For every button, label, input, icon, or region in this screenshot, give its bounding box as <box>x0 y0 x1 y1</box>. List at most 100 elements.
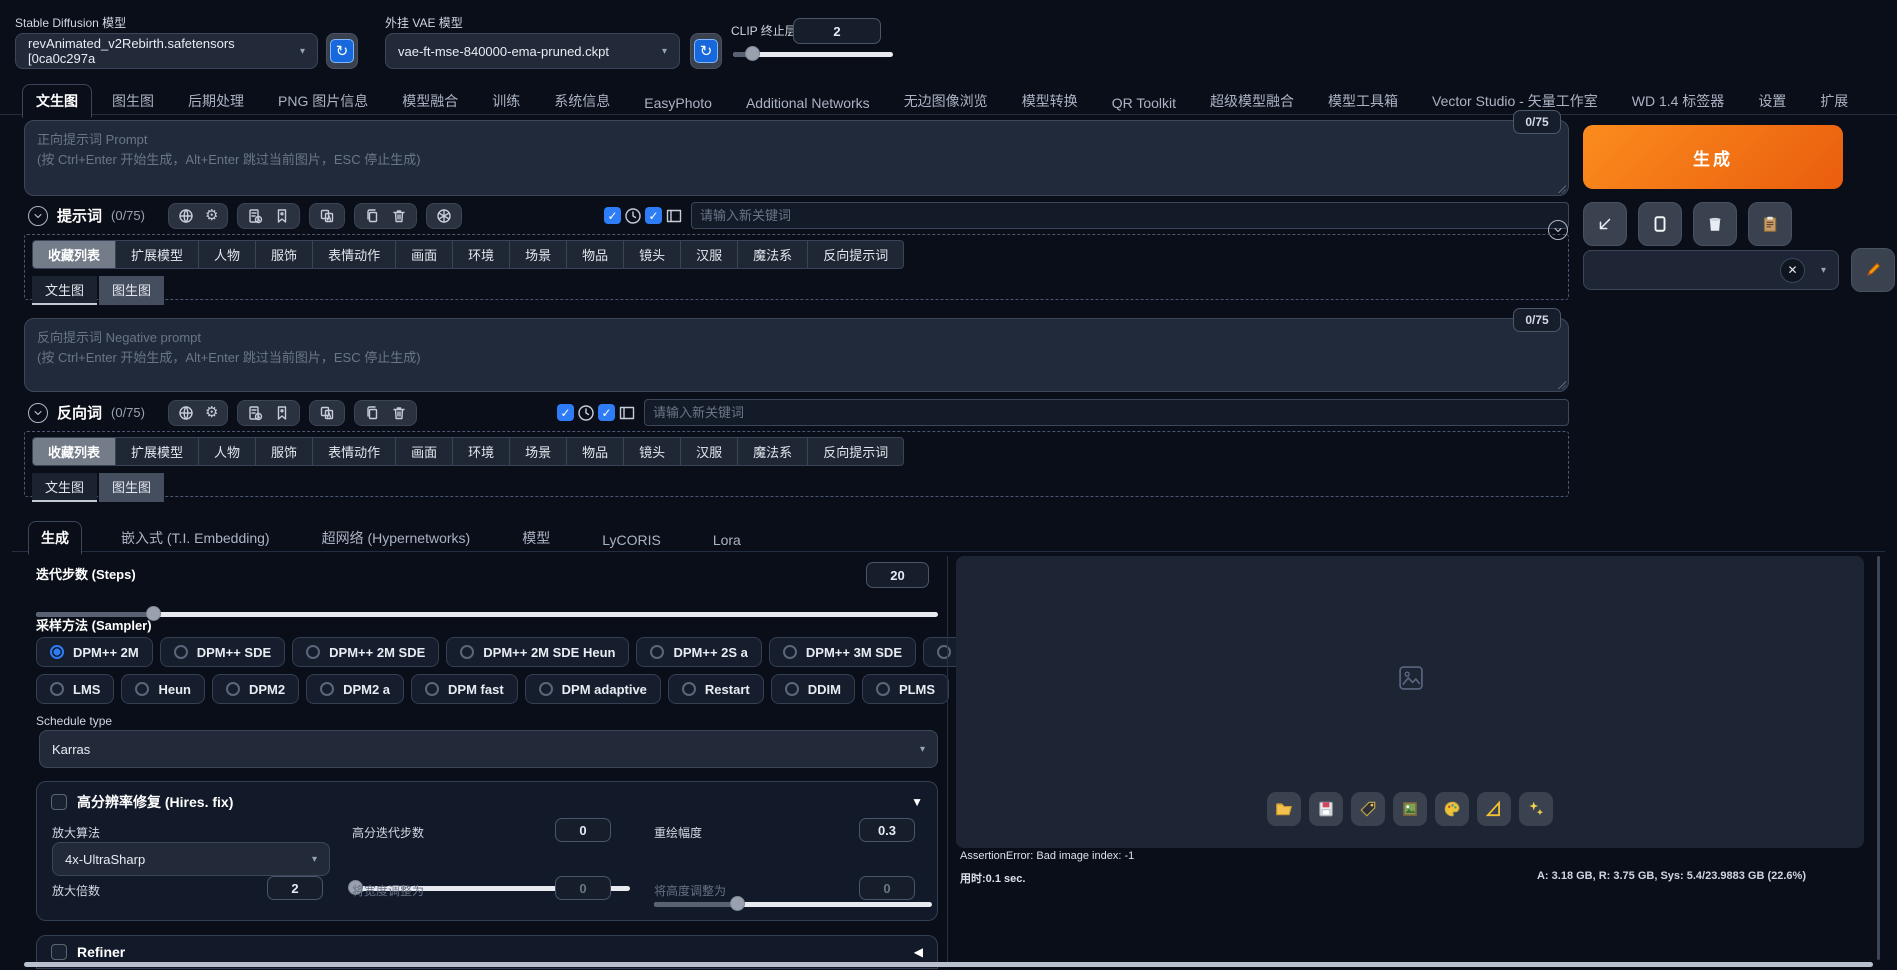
horizontal-scrollbar[interactable] <box>24 962 1873 967</box>
category-tab[interactable]: 人物 <box>199 241 256 268</box>
bookmark-icon[interactable] <box>274 208 290 224</box>
steps-value[interactable]: 20 <box>866 562 929 588</box>
sampler-option[interactable]: DPM++ 2S a <box>636 637 761 667</box>
gear-icon[interactable]: ⚙ <box>205 208 218 224</box>
main-tab[interactable]: 图生图 <box>98 84 168 118</box>
sampler-option[interactable]: DPM++ 2M <box>36 637 153 667</box>
hires-fix-checkbox[interactable] <box>51 794 67 810</box>
generation-tab[interactable]: 生成 <box>28 521 82 555</box>
styles-select[interactable]: ✕ ▾ <box>1583 250 1839 290</box>
hires-steps-value[interactable]: 0 <box>555 818 611 842</box>
upscaler-select[interactable]: 4x-UltraSharp ▾ <box>52 842 330 876</box>
main-tab[interactable]: 模型融合 <box>388 84 472 118</box>
category-tab[interactable]: 汉服 <box>681 241 738 268</box>
generation-tab[interactable]: 嵌入式 (T.I. Embedding) <box>108 521 283 555</box>
checkbox-checked[interactable]: ✓ <box>557 404 574 421</box>
upscale-by-value[interactable]: 2 <box>267 876 323 900</box>
vertical-scrollbar[interactable] <box>1877 556 1880 960</box>
bookmark-icon[interactable] <box>274 405 290 421</box>
refresh-sd-model-button[interactable]: ↻ <box>326 33 358 69</box>
arrow-southwest-button[interactable] <box>1583 202 1627 246</box>
split-box-icon[interactable] <box>618 404 636 422</box>
category-tab[interactable]: 表情动作 <box>313 438 396 465</box>
keyword-input[interactable] <box>644 399 1569 426</box>
main-tab[interactable]: QR Toolkit <box>1098 88 1190 118</box>
main-tab[interactable]: 扩展 <box>1806 84 1862 118</box>
main-tab[interactable]: 文生图 <box>22 84 92 118</box>
sampler-option[interactable]: DPM++ 2M SDE Heun <box>446 637 629 667</box>
sampler-option[interactable]: DPM++ 2M SDE <box>292 637 439 667</box>
category-tab[interactable]: 表情动作 <box>313 241 396 268</box>
category-tab[interactable]: 扩展模型 <box>116 438 199 465</box>
category-tab[interactable]: 人物 <box>199 438 256 465</box>
sampler-option[interactable]: DPM++ 3M SDE <box>769 637 916 667</box>
subtab[interactable]: 图生图 <box>99 276 164 305</box>
clipboard-button[interactable] <box>1748 202 1792 246</box>
edit-styles-button[interactable] <box>1851 248 1895 292</box>
main-tab[interactable]: 设置 <box>1744 84 1800 118</box>
sampler-option[interactable]: DPM fast <box>411 674 518 704</box>
sparkles-button[interactable] <box>1519 792 1553 826</box>
trash-icon[interactable] <box>391 405 407 421</box>
category-tab[interactable]: 扩展模型 <box>116 241 199 268</box>
collapse-triangle-icon[interactable]: ▼ <box>911 795 923 809</box>
main-tab[interactable]: EasyPhoto <box>630 88 726 118</box>
collapse-chevron-icon[interactable] <box>28 403 48 423</box>
sd-model-select[interactable]: revAnimated_v2Rebirth.safetensors [0ca0c… <box>15 33 318 69</box>
main-tab[interactable]: 训练 <box>478 84 534 118</box>
phone-button[interactable] <box>1638 202 1682 246</box>
checkbox-checked[interactable]: ✓ <box>598 404 615 421</box>
save-button[interactable] <box>1309 792 1343 826</box>
category-tab[interactable]: 物品 <box>567 241 624 268</box>
sampler-option[interactable]: LMS <box>36 674 114 704</box>
palette-button[interactable] <box>1435 792 1469 826</box>
main-tab[interactable]: WD 1.4 标签器 <box>1618 84 1739 118</box>
category-tab[interactable]: 收藏列表 <box>33 241 116 268</box>
category-tab[interactable]: 魔法系 <box>738 438 808 465</box>
category-tab[interactable]: 场景 <box>510 438 567 465</box>
globe-icon[interactable] <box>178 405 194 421</box>
generation-tab[interactable]: 超网络 (Hypernetworks) <box>309 521 484 555</box>
send-image-button[interactable] <box>1393 792 1427 826</box>
category-tab[interactable]: 画面 <box>396 438 453 465</box>
gear-icon[interactable]: ⚙ <box>205 405 218 421</box>
steps-slider[interactable] <box>36 606 938 622</box>
main-tab[interactable]: 无边图像浏览 <box>890 84 1002 118</box>
clip-skip-value[interactable]: 2 <box>793 18 881 44</box>
clear-styles-icon[interactable]: ✕ <box>1780 258 1805 283</box>
generation-tab[interactable]: Lora <box>700 525 754 555</box>
translate-icon[interactable] <box>319 405 335 421</box>
main-tab[interactable]: PNG 图片信息 <box>264 84 382 118</box>
sampler-option[interactable]: Restart <box>668 674 764 704</box>
category-tab[interactable]: 反向提示词 <box>808 438 903 465</box>
denoising-value[interactable]: 0.3 <box>859 818 915 842</box>
checkbox-checked[interactable]: ✓ <box>645 207 662 224</box>
category-tab[interactable]: 收藏列表 <box>33 438 116 465</box>
collapse-triangle-icon[interactable]: ◀ <box>914 945 923 959</box>
copy-icon[interactable] <box>364 405 380 421</box>
translate-icon[interactable] <box>319 208 335 224</box>
trash-icon[interactable] <box>391 208 407 224</box>
globe-icon[interactable] <box>178 208 194 224</box>
subtab[interactable]: 文生图 <box>32 276 97 305</box>
main-tab[interactable]: 超级模型融合 <box>1196 84 1308 118</box>
clock-icon[interactable] <box>624 207 642 225</box>
category-tab[interactable]: 魔法系 <box>738 241 808 268</box>
split-box-icon[interactable] <box>665 207 683 225</box>
sampler-option[interactable]: DPM2 <box>212 674 299 704</box>
negative-prompt-textarea[interactable] <box>24 318 1569 392</box>
sampler-option[interactable]: Heun <box>121 674 205 704</box>
main-tab[interactable]: 模型转换 <box>1008 84 1092 118</box>
main-tab[interactable]: 系统信息 <box>540 84 624 118</box>
category-tab[interactable]: 汉服 <box>681 438 738 465</box>
category-tab[interactable]: 反向提示词 <box>808 241 903 268</box>
category-tab[interactable]: 画面 <box>396 241 453 268</box>
copy-icon[interactable] <box>364 208 380 224</box>
note-clock-icon[interactable] <box>247 208 263 224</box>
subtab[interactable]: 文生图 <box>32 473 97 502</box>
category-tab[interactable]: 镜头 <box>624 241 681 268</box>
main-tab[interactable]: Additional Networks <box>732 88 884 118</box>
category-tab[interactable]: 物品 <box>567 438 624 465</box>
category-tab[interactable]: 服饰 <box>256 438 313 465</box>
ruler-button[interactable] <box>1477 792 1511 826</box>
